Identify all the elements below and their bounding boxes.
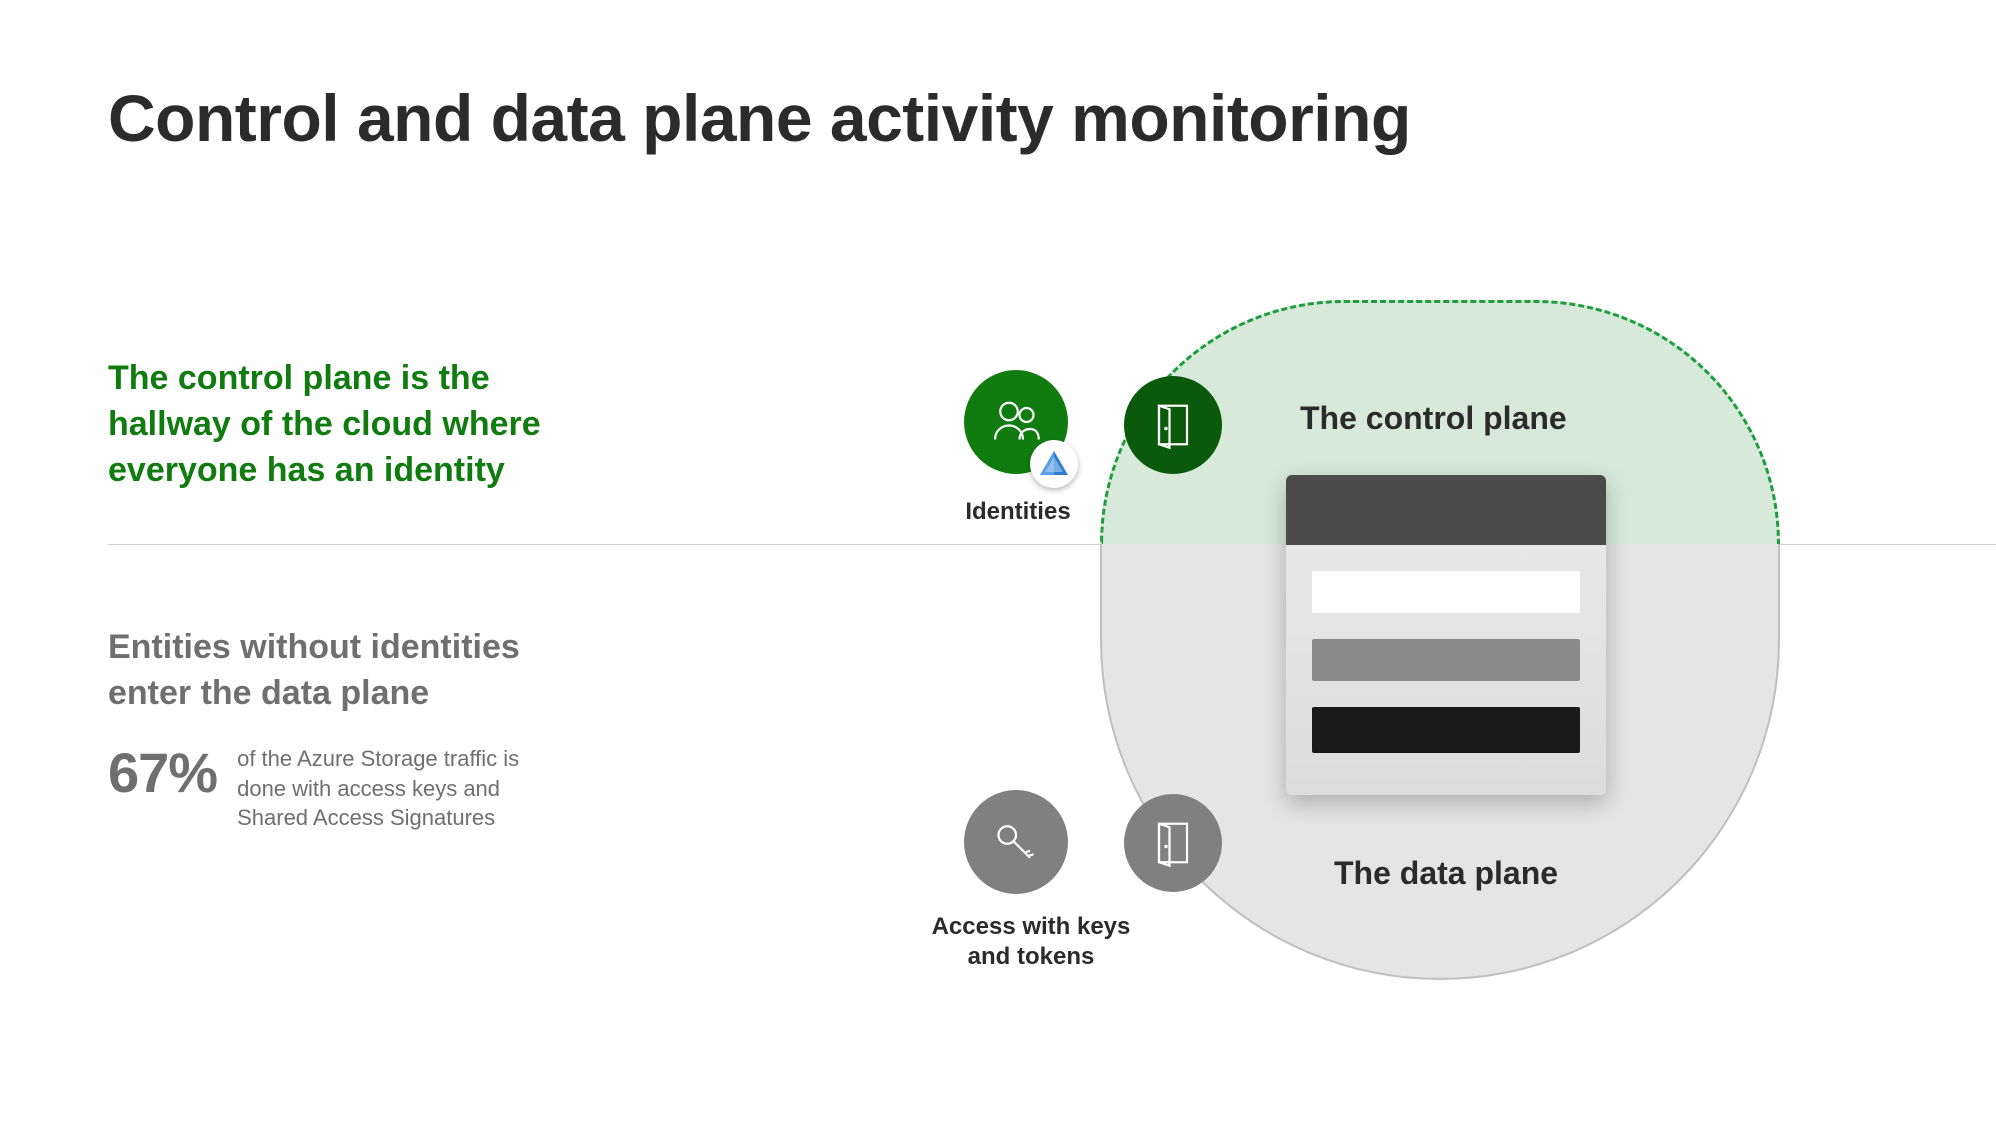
access-keys-icon (964, 790, 1068, 894)
resource-window-chrome (1286, 475, 1606, 545)
identities-caption: Identities (958, 498, 1078, 526)
people-icon (988, 394, 1044, 450)
stat-row: 67% of the Azure Storage traffic is done… (108, 740, 557, 833)
slide-canvas: Control and data plane activity monitori… (0, 0, 1996, 1125)
control-plane-label: The control plane (1300, 400, 1567, 437)
control-plane-blurb: The control plane is the hallway of the … (108, 356, 568, 494)
resource-row-2 (1312, 639, 1580, 681)
key-icon (988, 814, 1044, 870)
stat-value: 67% (108, 740, 217, 805)
resource-window-icon (1286, 475, 1606, 795)
resource-row-3 (1312, 707, 1580, 753)
slide-title: Control and data plane activity monitori… (108, 80, 1411, 156)
access-keys-caption: Access with keys and tokens (926, 912, 1136, 972)
control-door-icon (1124, 376, 1222, 474)
data-plane-blurb: Entities without identities enter the da… (108, 625, 568, 717)
data-plane-label: The data plane (1334, 855, 1558, 892)
resource-row-1 (1312, 571, 1580, 613)
data-door-icon (1124, 794, 1222, 892)
azure-ad-icon (1030, 440, 1078, 488)
stat-description: of the Azure Storage traffic is done wit… (237, 744, 557, 833)
door-icon (1145, 815, 1201, 871)
door-icon (1145, 397, 1201, 453)
